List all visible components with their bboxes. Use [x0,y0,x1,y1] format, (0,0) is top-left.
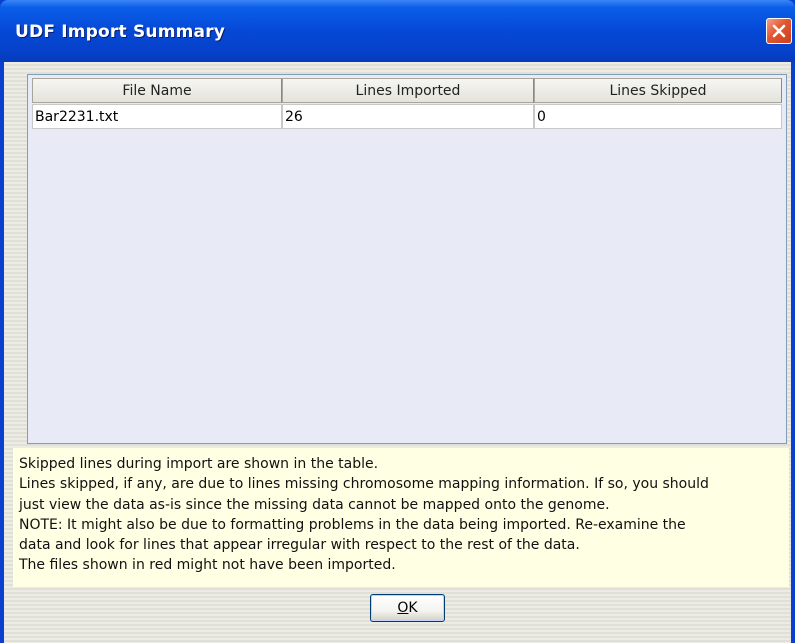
title-bar[interactable]: UDF Import Summary [0,0,795,62]
info-line: Skipped lines during import are shown in… [19,456,379,472]
info-line: The files shown in red might not have be… [19,557,396,574]
ok-label-rest: K [408,600,418,616]
import-summary-table[interactable]: File Name Lines Imported Lines Skipped B… [27,74,787,444]
cell-file-name[interactable]: Bar2231.txt [32,104,282,129]
cell-lines-imported[interactable]: 26 [282,104,534,129]
column-header-lines-imported[interactable]: Lines Imported [282,78,534,103]
info-line: data and look for lines that appear irre… [19,537,580,554]
info-line: Lines skipped, if any, are due to lines … [19,476,709,493]
column-header-lines-skipped[interactable]: Lines Skipped [534,78,782,103]
info-line: just view the data as-is since the missi… [19,496,610,513]
info-line: NOTE: It might also be due to formatting… [19,516,686,533]
dialog-body: File Name Lines Imported Lines Skipped B… [4,62,791,643]
window-title: UDF Import Summary [15,22,226,42]
column-header-file-name[interactable]: File Name [32,78,282,103]
info-message: Skipped lines during import are shown in… [13,448,789,587]
cell-lines-skipped[interactable]: 0 [534,104,782,129]
ok-mnemonic: O [397,600,409,616]
close-icon [772,24,786,38]
table-row[interactable]: Bar2231.txt 26 0 [32,104,782,129]
table-header: File Name Lines Imported Lines Skipped [32,78,782,103]
dialog-window: UDF Import Summary File Name Lines Impor… [0,0,795,643]
ok-button[interactable]: OK [370,594,445,622]
close-button[interactable] [766,18,792,44]
